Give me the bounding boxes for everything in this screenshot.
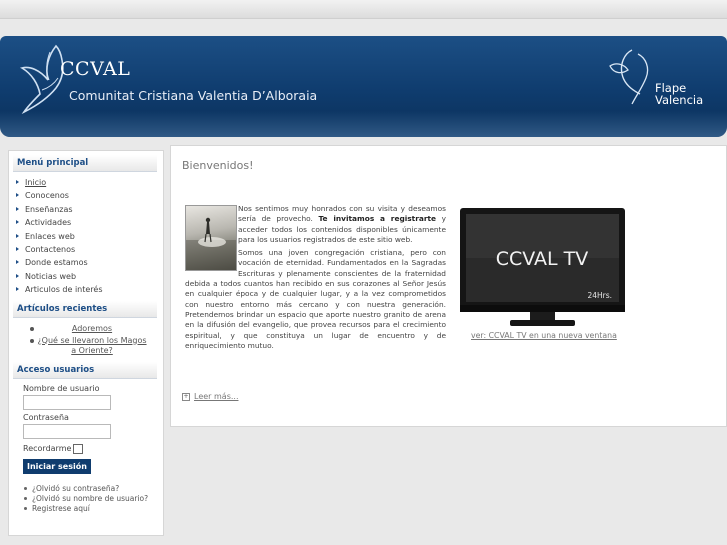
bullet-dot-icon [24,507,27,511]
main-menu: Inicio Conocenos Enseñanzas Actividades … [13,176,157,297]
bullet-arrow-icon [16,180,19,184]
password-input[interactable] [23,423,111,439]
page-title: Bienvenidos! [182,159,254,172]
register-link[interactable]: Registrese aquí [13,504,157,514]
recent-articles-title: Artículos recientes [13,300,157,318]
bullet-dot-icon [24,497,27,501]
site-name: CCVAL [60,58,131,80]
partner-logo-text: Flape Valencia [655,82,703,106]
main-content: Bienvenidos! Nos sentimos muy honrados c… [170,145,727,427]
bullet-arrow-icon [16,193,19,198]
login-form: Nombre de usuario Contraseña Recordarme … [13,379,157,474]
beach-figure-icon [186,217,236,270]
plus-icon: + [182,392,190,401]
main-menu-module: Menú principal Inicio Conocenos Enseñanz… [13,155,157,297]
menu-item-articulos[interactable]: Articulos de interés [13,283,157,296]
main-menu-title: Menú principal [13,155,157,172]
bullet-arrow-icon [16,233,19,238]
bullet-arrow-icon [16,220,19,225]
header-shine [0,111,727,137]
article-photo [185,205,237,271]
login-button[interactable]: Iniciar sesión [23,458,91,474]
login-links: ¿Olvidó su contraseña? ¿Olvidó su nombre… [13,484,157,514]
bullet-arrow-icon [16,287,19,292]
login-module: Acceso usuarios Nombre de usuario Contra… [13,361,157,514]
menu-item-actividades[interactable]: Actividades [13,216,157,229]
remember-label: Recordarme [23,444,72,454]
menu-item-conocenos[interactable]: Conocenos [13,189,157,202]
forgot-username-link[interactable]: ¿Olvidó su nombre de usuario? [13,494,157,504]
forgot-password-link[interactable]: ¿Olvidó su contraseña? [13,484,157,494]
remember-checkbox[interactable] [73,443,84,454]
read-more-link[interactable]: + Leer más... [182,392,238,401]
menu-item-ensenanzas[interactable]: Enseñanzas [13,203,157,216]
menu-item-enlaces-web[interactable]: Enlaces web [13,230,157,243]
recent-articles-module: Artículos recientes Adoremos ¿Qué se lle… [13,300,157,356]
tv-badge: 24Hrs. [587,291,612,300]
ccval-tv-image[interactable]: CCVAL TV 24Hrs. [460,208,625,329]
bullet-arrow-icon [16,206,19,211]
partner-line-2: Valencia [655,93,704,107]
bullet-dot-icon [24,487,27,491]
register-invite: Te invitamos a registrarte [318,214,437,224]
bullet-arrow-icon [16,246,19,251]
site-subtitle: Comunitat Cristiana Valentia D’Alboraia [69,88,318,103]
remember-row: Recordarme [23,443,157,454]
menu-item-contactenos[interactable]: Contactenos [13,243,157,256]
tv-screen-text: CCVAL TV [496,248,589,270]
browser-top-strip [0,0,727,19]
tv-link[interactable]: ver: CCVAL TV en una nueva ventana [471,331,617,340]
site-header: CCVAL Comunitat Cristiana Valentia D’Alb… [0,36,727,137]
password-label: Contraseña [23,412,69,422]
bullet-arrow-icon [16,273,19,278]
bullet-arrow-icon [16,260,19,265]
username-input[interactable] [23,394,111,410]
bullet-dot-icon [30,338,34,343]
sidebar: Menú principal Inicio Conocenos Enseñanz… [8,150,164,536]
recent-article-link[interactable]: Adoremos [13,324,157,334]
menu-item-donde-estamos[interactable]: Donde estamos [13,256,157,269]
username-label: Nombre de usuario [23,383,100,393]
bullet-dot-icon [30,326,34,331]
recent-articles-list: Adoremos ¿Qué se llevaron los Magos a Or… [13,324,157,356]
flape-logo-icon [609,49,649,105]
recent-article-link[interactable]: ¿Qué se llevaron los Magos a Oriente? [13,336,157,356]
menu-item-noticias-web[interactable]: Noticias web [13,270,157,283]
login-title: Acceso usuarios [13,361,157,379]
menu-item-inicio[interactable]: Inicio [13,176,157,189]
